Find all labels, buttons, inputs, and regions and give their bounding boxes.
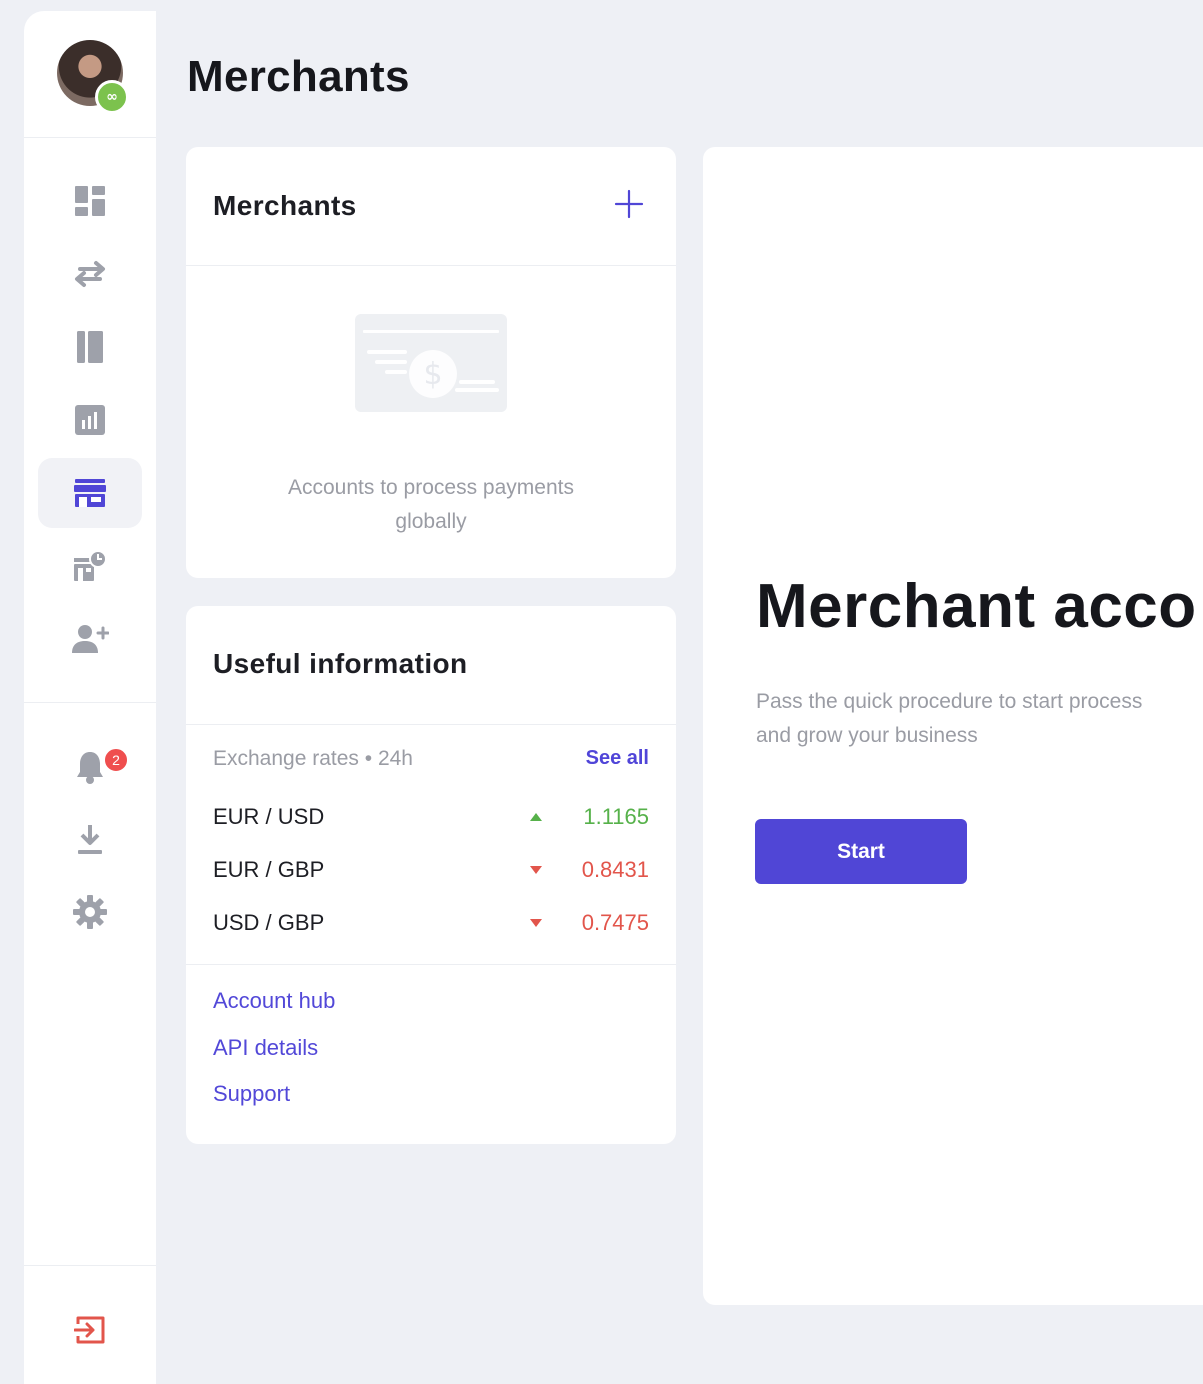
- cards-icon: [77, 331, 103, 363]
- sidebar-item-download[interactable]: [38, 805, 142, 875]
- rate-row: EUR / USD 1.1165: [213, 804, 649, 834]
- useful-information-title: Useful information: [213, 648, 468, 679]
- avatar[interactable]: ∞: [57, 40, 129, 114]
- profile-section: ∞: [24, 11, 156, 138]
- sidebar-item-dashboard[interactable]: [38, 166, 142, 236]
- avatar-status-badge: ∞: [95, 80, 129, 114]
- exchange-rates-label: Exchange rates • 24h: [213, 747, 413, 770]
- merchant-clock-icon: [74, 550, 107, 581]
- store-icon: [74, 479, 106, 507]
- see-all-link[interactable]: See all: [586, 747, 649, 771]
- sidebar-divider: [24, 702, 156, 703]
- empty-state-illustration: $: [355, 314, 507, 412]
- useful-information-header: Useful information: [186, 606, 676, 725]
- empty-state-text: Accounts to process payments globally: [288, 476, 574, 533]
- sidebar: ∞ 2: [24, 11, 156, 1384]
- trend-up-icon: [530, 813, 542, 821]
- logout-icon: [74, 1316, 105, 1344]
- merchants-card-header: Merchants: [186, 147, 676, 266]
- bell-icon: [77, 752, 103, 784]
- download-icon: [78, 825, 102, 854]
- trend-down-icon: [530, 919, 542, 927]
- info-divider: [186, 964, 676, 965]
- support-link[interactable]: Support: [213, 1081, 290, 1107]
- merchants-card-title: Merchants: [213, 190, 357, 221]
- sidebar-divider-bottom: [24, 1265, 156, 1266]
- merchant-account-description: Pass the quick procedure to start proces…: [756, 690, 1143, 747]
- rate-row: USD / GBP 0.7475: [213, 910, 649, 940]
- rate-value: 0.7475: [581, 910, 649, 935]
- merchant-account-heading: Merchant acco: [756, 572, 1197, 641]
- statistics-icon: [75, 405, 105, 435]
- sidebar-item-merchants[interactable]: [38, 458, 142, 528]
- rate-pair: USD / GBP: [213, 910, 325, 935]
- sidebar-item-logout[interactable]: [38, 1295, 142, 1365]
- api-details-link[interactable]: API details: [213, 1035, 318, 1061]
- useful-information-card: Useful information Exchange rates • 24h …: [186, 606, 676, 1144]
- account-hub-link[interactable]: Account hub: [213, 988, 335, 1014]
- merchant-account-card: Merchant acco Pass the quick procedure t…: [703, 147, 1203, 1305]
- rate-pair: EUR / GBP: [213, 857, 325, 882]
- add-user-icon: [72, 625, 109, 653]
- transfer-arrows-icon: [75, 261, 105, 287]
- add-merchant-button[interactable]: [612, 187, 646, 221]
- exchange-rates-header: Exchange rates • 24h See all: [213, 747, 649, 771]
- start-button[interactable]: Start: [755, 819, 967, 884]
- sidebar-item-statistics[interactable]: [38, 385, 142, 455]
- page-title: Merchants: [187, 52, 410, 101]
- plus-icon: [614, 189, 644, 219]
- merchants-card: Merchants $ Accounts to process payments…: [186, 147, 676, 578]
- dashboard-icon: [75, 186, 105, 216]
- rate-value: 1.1165: [583, 804, 649, 829]
- gear-icon: [73, 895, 107, 929]
- sidebar-item-transfers[interactable]: [38, 239, 142, 309]
- notification-count-badge: 2: [103, 747, 129, 773]
- rate-value: 0.8431: [581, 857, 649, 882]
- sidebar-item-cards[interactable]: [38, 312, 142, 382]
- trend-down-icon: [530, 866, 542, 874]
- sidebar-item-notifications[interactable]: 2: [38, 732, 142, 802]
- svg-text:$: $: [423, 357, 442, 392]
- rate-pair: EUR / USD: [213, 804, 325, 829]
- rate-row: EUR / GBP 0.8431: [213, 857, 649, 887]
- sidebar-item-merchant-activity[interactable]: [38, 531, 142, 601]
- sidebar-item-add-user[interactable]: [38, 604, 142, 674]
- sidebar-item-settings[interactable]: [38, 877, 142, 947]
